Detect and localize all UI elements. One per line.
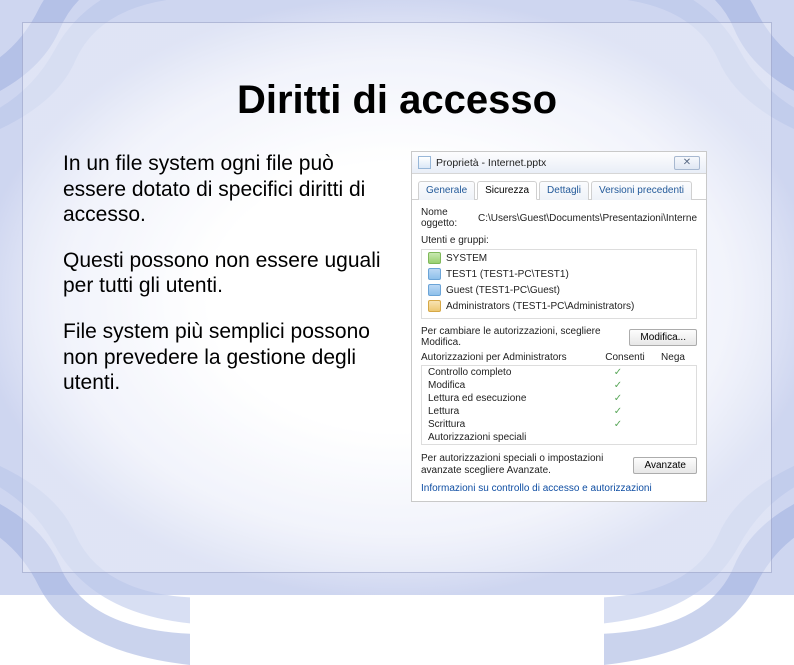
tab-security[interactable]: Sicurezza: [477, 181, 537, 200]
advanced-button[interactable]: Avanzate: [633, 457, 697, 474]
permissions-table: Controllo completo✓ Modifica✓ Lettura ed…: [421, 365, 697, 445]
perm-name: Lettura ed esecuzione: [428, 393, 594, 404]
group-item[interactable]: Guest (TEST1-PC\Guest): [422, 282, 696, 298]
paragraph: File system più semplici possono non pre…: [63, 319, 393, 396]
document-icon: [418, 156, 431, 169]
advanced-text: Per autorizzazioni speciali o impostazio…: [421, 453, 633, 477]
admins-icon: [428, 300, 441, 312]
group-item[interactable]: TEST1 (TEST1-PC\TEST1): [422, 266, 696, 282]
groups-label: Utenti e gruppi:: [421, 235, 697, 246]
slide-title: Diritti di accesso: [63, 78, 731, 123]
perm-name: Modifica: [428, 380, 594, 391]
slide-text: In un file system ogni file può essere d…: [63, 151, 393, 416]
properties-dialog: Proprietà - Internet.pptx ✕ Generale Sic…: [411, 151, 707, 502]
check-icon: ✓: [594, 393, 642, 404]
slide-frame: Diritti di accesso In un file system ogn…: [22, 22, 772, 573]
user-icon: [428, 268, 441, 280]
check-icon: ✓: [594, 380, 642, 391]
group-text: TEST1 (TEST1-PC\TEST1): [446, 269, 569, 280]
col-deny: Nega: [649, 352, 697, 363]
dialog-tabs: Generale Sicurezza Dettagli Versioni pre…: [412, 174, 706, 200]
close-icon[interactable]: ✕: [674, 156, 700, 170]
perm-row: Autorizzazioni speciali: [422, 431, 696, 444]
system-icon: [428, 252, 441, 264]
object-name-label: Nome oggetto:: [421, 207, 474, 229]
perm-row: Modifica✓: [422, 379, 696, 392]
dialog-titlebar[interactable]: Proprietà - Internet.pptx ✕: [412, 152, 706, 174]
perm-row: Scrittura✓: [422, 418, 696, 431]
col-allow: Consenti: [601, 352, 649, 363]
tab-general[interactable]: Generale: [418, 181, 475, 200]
tab-details[interactable]: Dettagli: [539, 181, 589, 200]
group-item[interactable]: SYSTEM: [422, 250, 696, 266]
perm-row: Lettura ed esecuzione✓: [422, 392, 696, 405]
paragraph: In un file system ogni file può essere d…: [63, 151, 393, 228]
tab-versions[interactable]: Versioni precedenti: [591, 181, 692, 200]
perm-name: Autorizzazioni speciali: [428, 432, 594, 443]
perm-row: Controllo completo✓: [422, 366, 696, 379]
group-text: Administrators (TEST1-PC\Administrators): [446, 301, 634, 312]
object-path: C:\Users\Guest\Documents\Presentazioni\I…: [478, 213, 697, 224]
check-icon: ✓: [594, 419, 642, 430]
perm-row: Lettura✓: [422, 405, 696, 418]
user-icon: [428, 284, 441, 296]
perm-name: Scrittura: [428, 419, 594, 430]
perm-header: Autorizzazioni per Administrators: [421, 352, 601, 363]
modify-button[interactable]: Modifica...: [629, 329, 697, 346]
group-text: SYSTEM: [446, 253, 487, 264]
dialog-title: Proprietà - Internet.pptx: [436, 157, 674, 169]
modify-text: Per cambiare le autorizzazioni, sceglier…: [421, 326, 629, 348]
perm-name: Lettura: [428, 406, 594, 417]
check-icon: ✓: [594, 367, 642, 378]
groups-list[interactable]: SYSTEM TEST1 (TEST1-PC\TEST1) Guest (TES…: [421, 249, 697, 319]
check-icon: ✓: [594, 406, 642, 417]
info-link[interactable]: Informazioni su controllo di accesso e a…: [421, 483, 697, 494]
paragraph: Questi possono non essere uguali per tut…: [63, 248, 393, 299]
group-text: Guest (TEST1-PC\Guest): [446, 285, 560, 296]
group-item[interactable]: Administrators (TEST1-PC\Administrators): [422, 298, 696, 314]
perm-name: Controllo completo: [428, 367, 594, 378]
